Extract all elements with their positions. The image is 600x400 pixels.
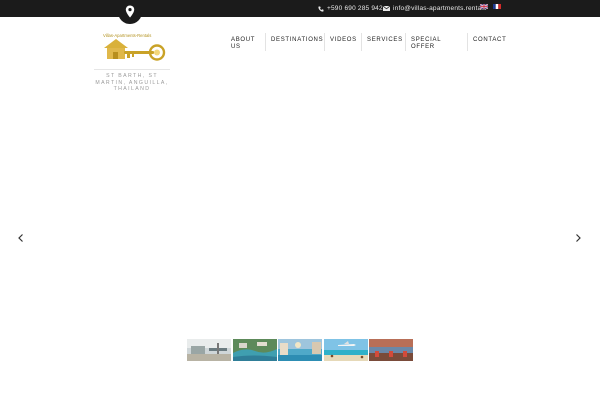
phone-contact[interactable]: +590 690 285 942 — [318, 0, 383, 17]
email-contact[interactable]: info@villas-apartments.rentals — [383, 0, 487, 17]
nav-special-offer[interactable]: SPECIAL OFFER — [405, 33, 461, 51]
thumbnail-coastal-aerial[interactable] — [233, 339, 277, 361]
house-key-logo[interactable]: Villas-Apartments-Rentals — [100, 30, 166, 66]
location-pin-icon — [125, 5, 135, 18]
thumbnail-villa-terrace[interactable] — [187, 339, 231, 361]
email-address: info@villas-apartments.rentals — [393, 5, 487, 12]
french-flag-icon[interactable] — [493, 4, 501, 9]
logo-text: Villas-Apartments-Rentals — [103, 33, 151, 38]
thumbnail-infinity-pool[interactable] — [278, 339, 322, 361]
nav-services[interactable]: SERVICES — [361, 33, 405, 51]
english-flag-icon[interactable] — [480, 4, 488, 9]
chevron-left-icon[interactable] — [16, 233, 26, 243]
nav-videos[interactable]: VIDEOS — [324, 33, 358, 51]
tagline: ST BARTH, ST MARTIN, ANGUILLA, THAILAND — [95, 73, 169, 92]
phone-number: +590 690 285 942 — [327, 5, 383, 12]
nav-about-us[interactable]: ABOUT US — [226, 33, 264, 51]
phone-icon — [318, 6, 324, 12]
nav-destinations[interactable]: DESTINATIONS — [265, 33, 323, 51]
envelope-icon — [383, 6, 390, 11]
chevron-right-icon[interactable] — [573, 233, 583, 243]
logo-divider — [94, 69, 170, 70]
thumbnail-sunset-deck[interactable] — [369, 339, 413, 361]
top-bar — [0, 0, 600, 17]
location-pin-button[interactable] — [118, 0, 142, 24]
nav-contact[interactable]: CONTACT — [467, 33, 507, 51]
thumbnail-beach-airplane[interactable] — [324, 339, 368, 361]
